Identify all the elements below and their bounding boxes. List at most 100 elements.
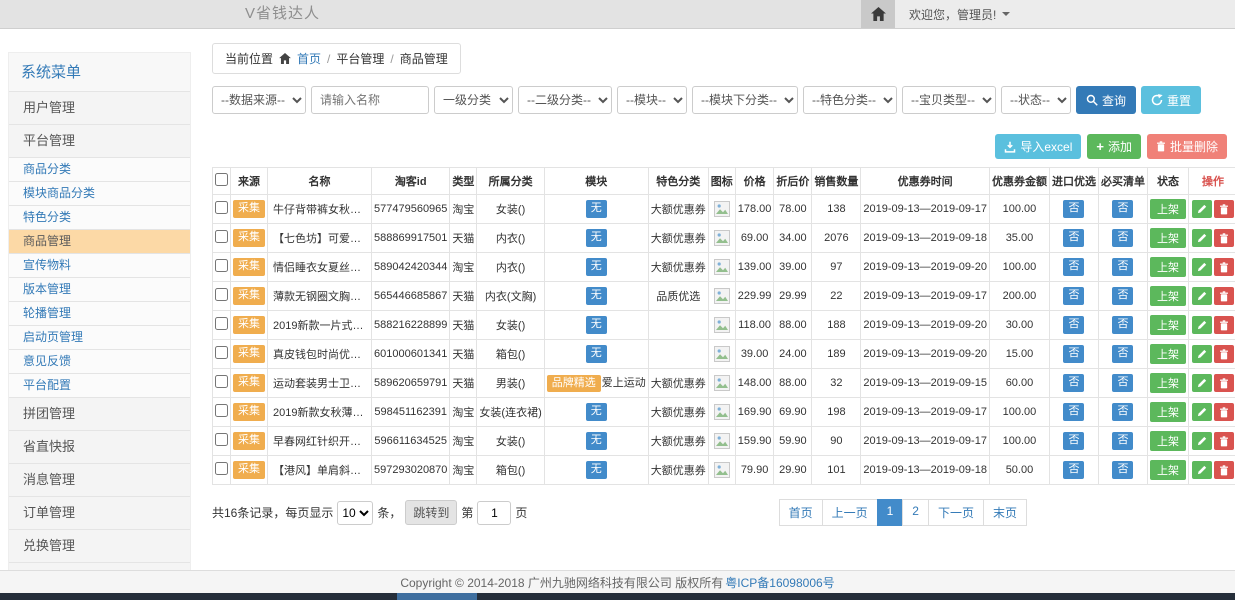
delete-button[interactable] — [1214, 461, 1234, 479]
import-select-toggle[interactable]: 否 — [1063, 374, 1084, 391]
filter-select[interactable]: --模块下分类-- — [692, 86, 798, 114]
status-toggle[interactable]: 上架 — [1150, 402, 1186, 422]
row-checkbox[interactable] — [215, 346, 228, 359]
filter-select[interactable]: --二级分类-- — [518, 86, 612, 114]
sidebar-item[interactable]: 商品管理 — [9, 230, 190, 254]
edit-button[interactable] — [1192, 229, 1212, 247]
must-buy-toggle[interactable]: 否 — [1112, 258, 1133, 275]
edit-button[interactable] — [1192, 345, 1212, 363]
delete-button[interactable] — [1214, 316, 1234, 334]
import-select-toggle[interactable]: 否 — [1063, 432, 1084, 449]
must-buy-toggle[interactable]: 否 — [1112, 345, 1133, 362]
edit-button[interactable] — [1192, 403, 1212, 421]
import-select-toggle[interactable]: 否 — [1063, 345, 1084, 362]
must-buy-toggle[interactable]: 否 — [1112, 403, 1133, 420]
icp-link[interactable]: 粤ICP备16098006号 — [725, 574, 834, 591]
row-checkbox[interactable] — [215, 317, 228, 330]
per-page-select[interactable]: 10 — [337, 501, 373, 525]
import-select-toggle[interactable]: 否 — [1063, 287, 1084, 304]
status-toggle[interactable]: 上架 — [1150, 257, 1186, 277]
row-checkbox[interactable] — [215, 259, 228, 272]
row-checkbox[interactable] — [215, 404, 228, 417]
import-select-toggle[interactable]: 否 — [1063, 258, 1084, 275]
reset-button[interactable]: 重置 — [1141, 86, 1201, 114]
page-button[interactable]: 下一页 — [928, 499, 984, 526]
delete-button[interactable] — [1214, 287, 1234, 305]
name-search-input[interactable] — [311, 86, 429, 114]
must-buy-toggle[interactable]: 否 — [1112, 316, 1133, 333]
horizontal-scrollbar[interactable] — [0, 593, 1235, 600]
sidebar-item[interactable]: 特色分类 — [9, 206, 190, 230]
edit-button[interactable] — [1192, 287, 1212, 305]
edit-button[interactable] — [1192, 461, 1212, 479]
select-all-checkbox[interactable] — [215, 173, 228, 186]
delete-button[interactable] — [1214, 374, 1234, 392]
edit-button[interactable] — [1192, 258, 1212, 276]
must-buy-toggle[interactable]: 否 — [1112, 374, 1133, 391]
filter-select[interactable]: --特色分类-- — [803, 86, 897, 114]
breadcrumb-home-link[interactable]: 首页 — [297, 50, 321, 67]
sidebar-item[interactable]: 宣传物料 — [9, 254, 190, 278]
row-checkbox[interactable] — [215, 433, 228, 446]
sidebar-item[interactable]: 轮播管理 — [9, 302, 190, 326]
sidebar-item[interactable]: 版本管理 — [9, 278, 190, 302]
page-button[interactable]: 1 — [877, 499, 904, 526]
home-button[interactable] — [861, 0, 895, 28]
edit-button[interactable] — [1192, 316, 1212, 334]
status-toggle[interactable]: 上架 — [1150, 460, 1186, 480]
sidebar-item[interactable]: 模块商品分类 — [9, 182, 190, 206]
sidebar-item[interactable]: 兑换管理 — [9, 530, 190, 563]
status-toggle[interactable]: 上架 — [1150, 373, 1186, 393]
sidebar-item[interactable]: 省直快报 — [9, 431, 190, 464]
filter-select[interactable]: --模块-- — [617, 86, 687, 114]
search-button[interactable]: 查询 — [1076, 86, 1136, 114]
sidebar-item[interactable]: 订单管理 — [9, 497, 190, 530]
delete-button[interactable] — [1214, 229, 1234, 247]
status-toggle[interactable]: 上架 — [1150, 199, 1186, 219]
batch-delete-button[interactable]: 批量删除 — [1147, 134, 1227, 159]
edit-button[interactable] — [1192, 374, 1212, 392]
sidebar-item[interactable]: 意见反馈 — [9, 350, 190, 374]
row-checkbox[interactable] — [215, 288, 228, 301]
delete-button[interactable] — [1214, 345, 1234, 363]
sidebar-item[interactable]: 用户管理 — [9, 92, 190, 125]
sidebar-item[interactable]: 平台配置 — [9, 374, 190, 398]
add-button[interactable]: + 添加 — [1087, 134, 1141, 159]
filter-select[interactable]: --数据来源-- — [212, 86, 306, 114]
user-menu[interactable]: 欢迎您，管理员! — [895, 0, 1235, 28]
import-select-toggle[interactable]: 否 — [1063, 229, 1084, 246]
must-buy-toggle[interactable]: 否 — [1112, 229, 1133, 246]
row-checkbox[interactable] — [215, 230, 228, 243]
sidebar-item[interactable]: 消息管理 — [9, 464, 190, 497]
filter-select[interactable]: 一级分类 — [434, 86, 513, 114]
edit-button[interactable] — [1192, 200, 1212, 218]
delete-button[interactable] — [1214, 432, 1234, 450]
scrollbar-thumb[interactable] — [397, 593, 477, 600]
sidebar-item[interactable]: 商品分类 — [9, 158, 190, 182]
must-buy-toggle[interactable]: 否 — [1112, 287, 1133, 304]
jump-page-input[interactable] — [477, 501, 511, 525]
row-checkbox[interactable] — [215, 375, 228, 388]
import-select-toggle[interactable]: 否 — [1063, 200, 1084, 217]
page-button[interactable]: 2 — [902, 499, 929, 526]
delete-button[interactable] — [1214, 258, 1234, 276]
delete-button[interactable] — [1214, 403, 1234, 421]
must-buy-toggle[interactable]: 否 — [1112, 200, 1133, 217]
status-toggle[interactable]: 上架 — [1150, 228, 1186, 248]
import-select-toggle[interactable]: 否 — [1063, 403, 1084, 420]
page-button[interactable]: 首页 — [779, 499, 823, 526]
sidebar-item[interactable]: 平台管理 — [9, 125, 190, 158]
import-select-toggle[interactable]: 否 — [1063, 316, 1084, 333]
delete-button[interactable] — [1214, 200, 1234, 218]
sidebar-item[interactable]: 拼团管理 — [9, 398, 190, 431]
status-toggle[interactable]: 上架 — [1150, 344, 1186, 364]
sidebar-item[interactable]: 启动页管理 — [9, 326, 190, 350]
status-toggle[interactable]: 上架 — [1150, 315, 1186, 335]
must-buy-toggle[interactable]: 否 — [1112, 461, 1133, 478]
import-select-toggle[interactable]: 否 — [1063, 461, 1084, 478]
filter-select[interactable]: --宝贝类型-- — [902, 86, 996, 114]
row-checkbox[interactable] — [215, 462, 228, 475]
status-toggle[interactable]: 上架 — [1150, 431, 1186, 451]
filter-select[interactable]: --状态-- — [1001, 86, 1071, 114]
page-button[interactable]: 末页 — [983, 499, 1027, 526]
